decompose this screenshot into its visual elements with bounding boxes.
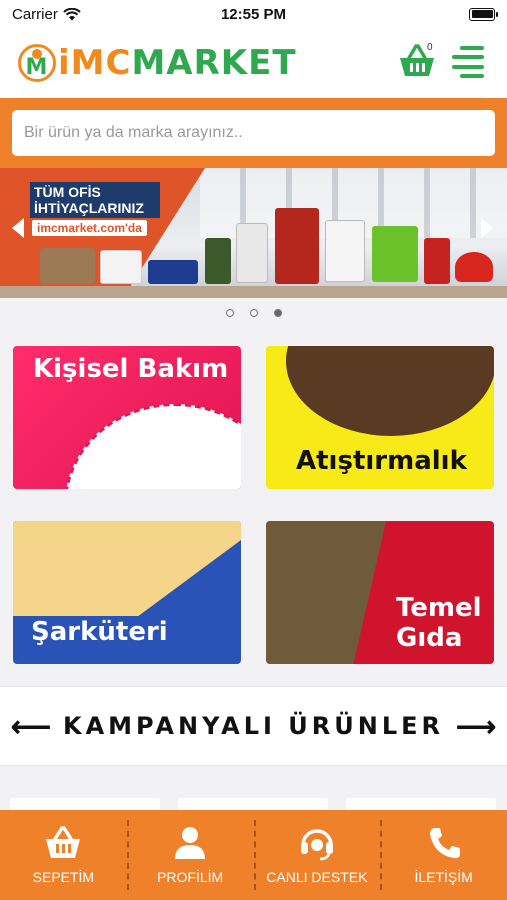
- carousel-dot[interactable]: [250, 309, 258, 317]
- category-atistirmalik[interactable]: Atıştırmalık: [266, 346, 494, 489]
- banner-shelf: [0, 286, 507, 298]
- carousel-prev-icon[interactable]: [12, 218, 24, 238]
- category-image: [13, 521, 241, 616]
- product-image: [372, 226, 418, 282]
- category-image: [266, 521, 386, 664]
- product-image: [424, 238, 450, 284]
- category-kisisel-bakim[interactable]: Kişisel Bakım: [13, 346, 241, 489]
- nav-profilim[interactable]: PROFİLİM: [126, 810, 254, 900]
- nav-label: İLETİŞİM: [414, 869, 473, 885]
- arrow-left-icon: ⟵: [10, 710, 51, 742]
- nav-sepetim[interactable]: SEPETİM: [0, 810, 127, 900]
- product-card-peek: [346, 798, 496, 810]
- product-image: [148, 260, 198, 284]
- product-card-peek: [178, 798, 328, 810]
- campaign-products-button[interactable]: ⟵ KAMPANYALI ÜRÜNLER ⟶: [0, 686, 507, 766]
- campaign-label: KAMPANYALI ÜRÜNLER: [62, 712, 445, 740]
- category-label: Kişisel Bakım: [33, 354, 229, 384]
- app-header: M iMC MARKET 0: [0, 28, 507, 98]
- product-image: [275, 208, 319, 284]
- status-bar: Carrier 12:55 PM: [0, 0, 507, 28]
- carousel-pagination: [226, 309, 282, 317]
- battery-icon: [469, 7, 498, 21]
- nav-iletisim[interactable]: İLETİŞİM: [380, 810, 507, 900]
- product-image: [455, 252, 493, 282]
- basket-icon: [46, 826, 81, 858]
- product-image: [100, 250, 142, 284]
- search-input[interactable]: [12, 110, 495, 156]
- category-image: [65, 404, 241, 489]
- product-image: [40, 248, 95, 284]
- imc-market-logo[interactable]: M iMC MARKET: [18, 43, 297, 83]
- product-card-peek: [10, 798, 160, 810]
- banner-url: imcmarket.com'da: [32, 220, 147, 236]
- logo-text-market: MARKET: [131, 43, 297, 83]
- promo-banner-carousel[interactable]: TÜM OFİS İHTİYAÇLARINIZ imcmarket.com'da: [0, 168, 507, 298]
- nav-canli-destek[interactable]: CANLI DESTEK: [253, 810, 381, 900]
- nav-label: SEPETİM: [32, 869, 95, 885]
- category-label: Şarküteri: [31, 617, 168, 647]
- arrow-right-icon: ⟶: [456, 710, 497, 742]
- wifi-icon: [63, 7, 81, 20]
- hamburger-menu-icon[interactable]: [452, 46, 484, 78]
- banner-title: TÜM OFİS İHTİYAÇLARINIZ: [30, 182, 160, 218]
- logo-mark-icon: M: [18, 44, 56, 82]
- category-image: [286, 346, 494, 436]
- user-icon: [175, 827, 206, 859]
- carousel-next-icon[interactable]: [481, 218, 493, 238]
- carousel-dot[interactable]: [226, 309, 234, 317]
- nav-label: PROFİLİM: [157, 869, 224, 885]
- nav-label: CANLI DESTEK: [266, 869, 368, 885]
- carousel-dot-active[interactable]: [274, 309, 282, 317]
- category-label: Atıştırmalık: [296, 446, 467, 476]
- carrier-info: Carrier: [12, 6, 81, 23]
- headset-icon: [300, 829, 333, 861]
- logo-text-imc: iMC: [58, 43, 132, 83]
- carrier-label: Carrier: [12, 5, 58, 23]
- product-image: [205, 238, 231, 284]
- product-image: [236, 223, 268, 283]
- search-bar: [0, 98, 507, 168]
- category-label: Temel Gıda: [396, 593, 482, 653]
- phone-icon: [429, 828, 460, 859]
- cart-count-badge: 0: [427, 42, 433, 53]
- product-image: [325, 220, 365, 282]
- category-temel-gida[interactable]: Temel Gıda: [266, 521, 494, 664]
- category-sarkuteri[interactable]: Şarküteri: [13, 521, 241, 664]
- bottom-navigation: SEPETİM PROFİLİM CANLI DESTEK İLETİŞİM: [0, 810, 507, 900]
